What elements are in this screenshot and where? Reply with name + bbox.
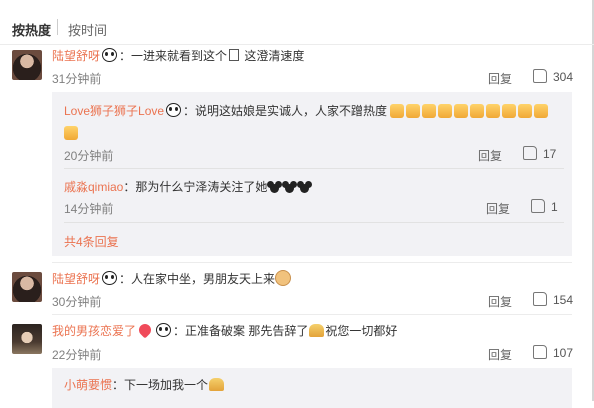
more-replies-link[interactable]: 共4条回复 <box>64 233 119 250</box>
comment-time: 22分钟前 <box>52 348 102 362</box>
thumbs-up-emoji-icon <box>64 126 78 140</box>
avatar[interactable] <box>12 50 42 80</box>
reply-button[interactable]: 回复 <box>488 70 512 87</box>
pray-emoji-icon <box>209 378 225 391</box>
subreply-body: ：那为什么宁泽涛关注了她 <box>123 180 268 194</box>
thumbs-up-emoji-icon <box>438 104 453 118</box>
thumbs-up-emoji-icon <box>406 104 421 118</box>
avatar[interactable] <box>12 272 42 302</box>
comment-text: 陆望舒呀 ：人在家中坐，男朋友天上来 <box>52 270 292 287</box>
panda-emoji-icon <box>166 103 182 117</box>
mickey-emoji-icon <box>270 184 280 193</box>
mickey-emoji-icon <box>300 184 310 193</box>
thumbs-up-emoji-icon <box>518 104 533 118</box>
username-link[interactable]: 小萌要惯 <box>64 378 112 392</box>
comment-body-tail: 这澄清速度 <box>241 49 305 63</box>
like-count: 1 <box>551 200 558 214</box>
reply-button[interactable]: 回复 <box>488 346 512 363</box>
subreply-body: ：说明这姑娘是实诚人，人家不蹭热度 <box>183 104 388 118</box>
like-count: 107 <box>553 346 574 360</box>
subreply-text: 小萌要惯：下一场加我一个 <box>64 376 225 393</box>
heart-emoji-icon <box>136 321 154 339</box>
subreply-body: ：下一场加我一个 <box>112 378 209 392</box>
comment-text: 陆望舒呀 ：一进来就看到这个 这澄清速度 <box>52 47 304 64</box>
subreply-time: 20分钟前 <box>64 149 114 163</box>
sort-by-time-tab[interactable]: 按时间 <box>68 20 107 39</box>
thumbs-up-emoji-icon <box>486 104 501 118</box>
comment-time: 30分钟前 <box>52 295 102 309</box>
comment-text: 我的男孩恋爱了 ：正准备破案 那先告辞了 祝您一切都好 <box>52 321 398 339</box>
like-icon <box>533 345 547 359</box>
like-count: 154 <box>553 293 574 307</box>
dog-emoji-icon <box>275 270 292 286</box>
sort-by-hot-tab[interactable]: 按热度 <box>12 20 51 39</box>
thumbs-up-emoji-icon <box>422 104 437 118</box>
reply-button[interactable]: 回复 <box>486 200 510 217</box>
like-icon <box>531 199 545 213</box>
reply-button[interactable]: 回复 <box>488 293 512 310</box>
mickey-emoji-icon <box>285 184 295 193</box>
comment-body-tail: 祝您一切都好 <box>325 324 398 338</box>
sort-separator <box>57 19 58 35</box>
avatar[interactable] <box>12 324 42 354</box>
panda-emoji-icon <box>102 48 118 62</box>
sort-divider <box>0 44 594 45</box>
like-count: 304 <box>553 70 574 84</box>
like-button[interactable]: 107 <box>533 345 573 360</box>
comment-body: ：一进来就看到这个 <box>119 49 228 63</box>
comment-divider <box>52 262 572 263</box>
thumbs-up-emoji-icon <box>454 104 469 118</box>
subreply-time: 14分钟前 <box>64 202 114 216</box>
username-link[interactable]: 陆望舒呀 <box>52 49 100 63</box>
panda-emoji-icon <box>156 323 172 337</box>
subreply-text: Love狮子狮子Love ：说明这姑娘是实诚人，人家不蹭热度 <box>64 100 564 144</box>
panda-emoji-icon <box>102 271 118 285</box>
comment-body: ：正准备破案 那先告辞了 <box>173 324 309 338</box>
like-button[interactable]: 1 <box>531 199 558 214</box>
thumbs-up-emoji-icon <box>534 104 549 118</box>
username-link[interactable]: Love狮子狮子Love <box>64 104 164 118</box>
username-link[interactable]: 戚淼qimiao <box>64 180 123 194</box>
subreply-divider <box>64 168 564 169</box>
missing-glyph-icon <box>229 49 240 61</box>
thumbs-up-emoji-icon <box>502 104 517 118</box>
subreply-divider <box>64 222 564 223</box>
pray-emoji-icon <box>309 324 325 337</box>
subreply-text: 戚淼qimiao：那为什么宁泽涛关注了她 <box>64 178 312 195</box>
thumbs-up-emoji-icon <box>390 104 405 118</box>
like-count: 17 <box>543 147 557 161</box>
like-button[interactable]: 154 <box>533 292 573 307</box>
comment-divider <box>52 314 572 315</box>
comment-body: ：人在家中坐，男朋友天上来 <box>119 272 276 286</box>
thumbs-up-emoji-icon <box>470 104 485 118</box>
reply-button[interactable]: 回复 <box>478 147 502 164</box>
like-button[interactable]: 17 <box>523 146 556 161</box>
like-button[interactable]: 304 <box>533 69 573 84</box>
comment-time: 31分钟前 <box>52 72 102 86</box>
like-icon <box>533 292 547 306</box>
like-icon <box>523 146 537 160</box>
username-link[interactable]: 陆望舒呀 <box>52 272 100 286</box>
like-icon <box>533 69 547 83</box>
username-link[interactable]: 我的男孩恋爱了 <box>52 324 136 338</box>
